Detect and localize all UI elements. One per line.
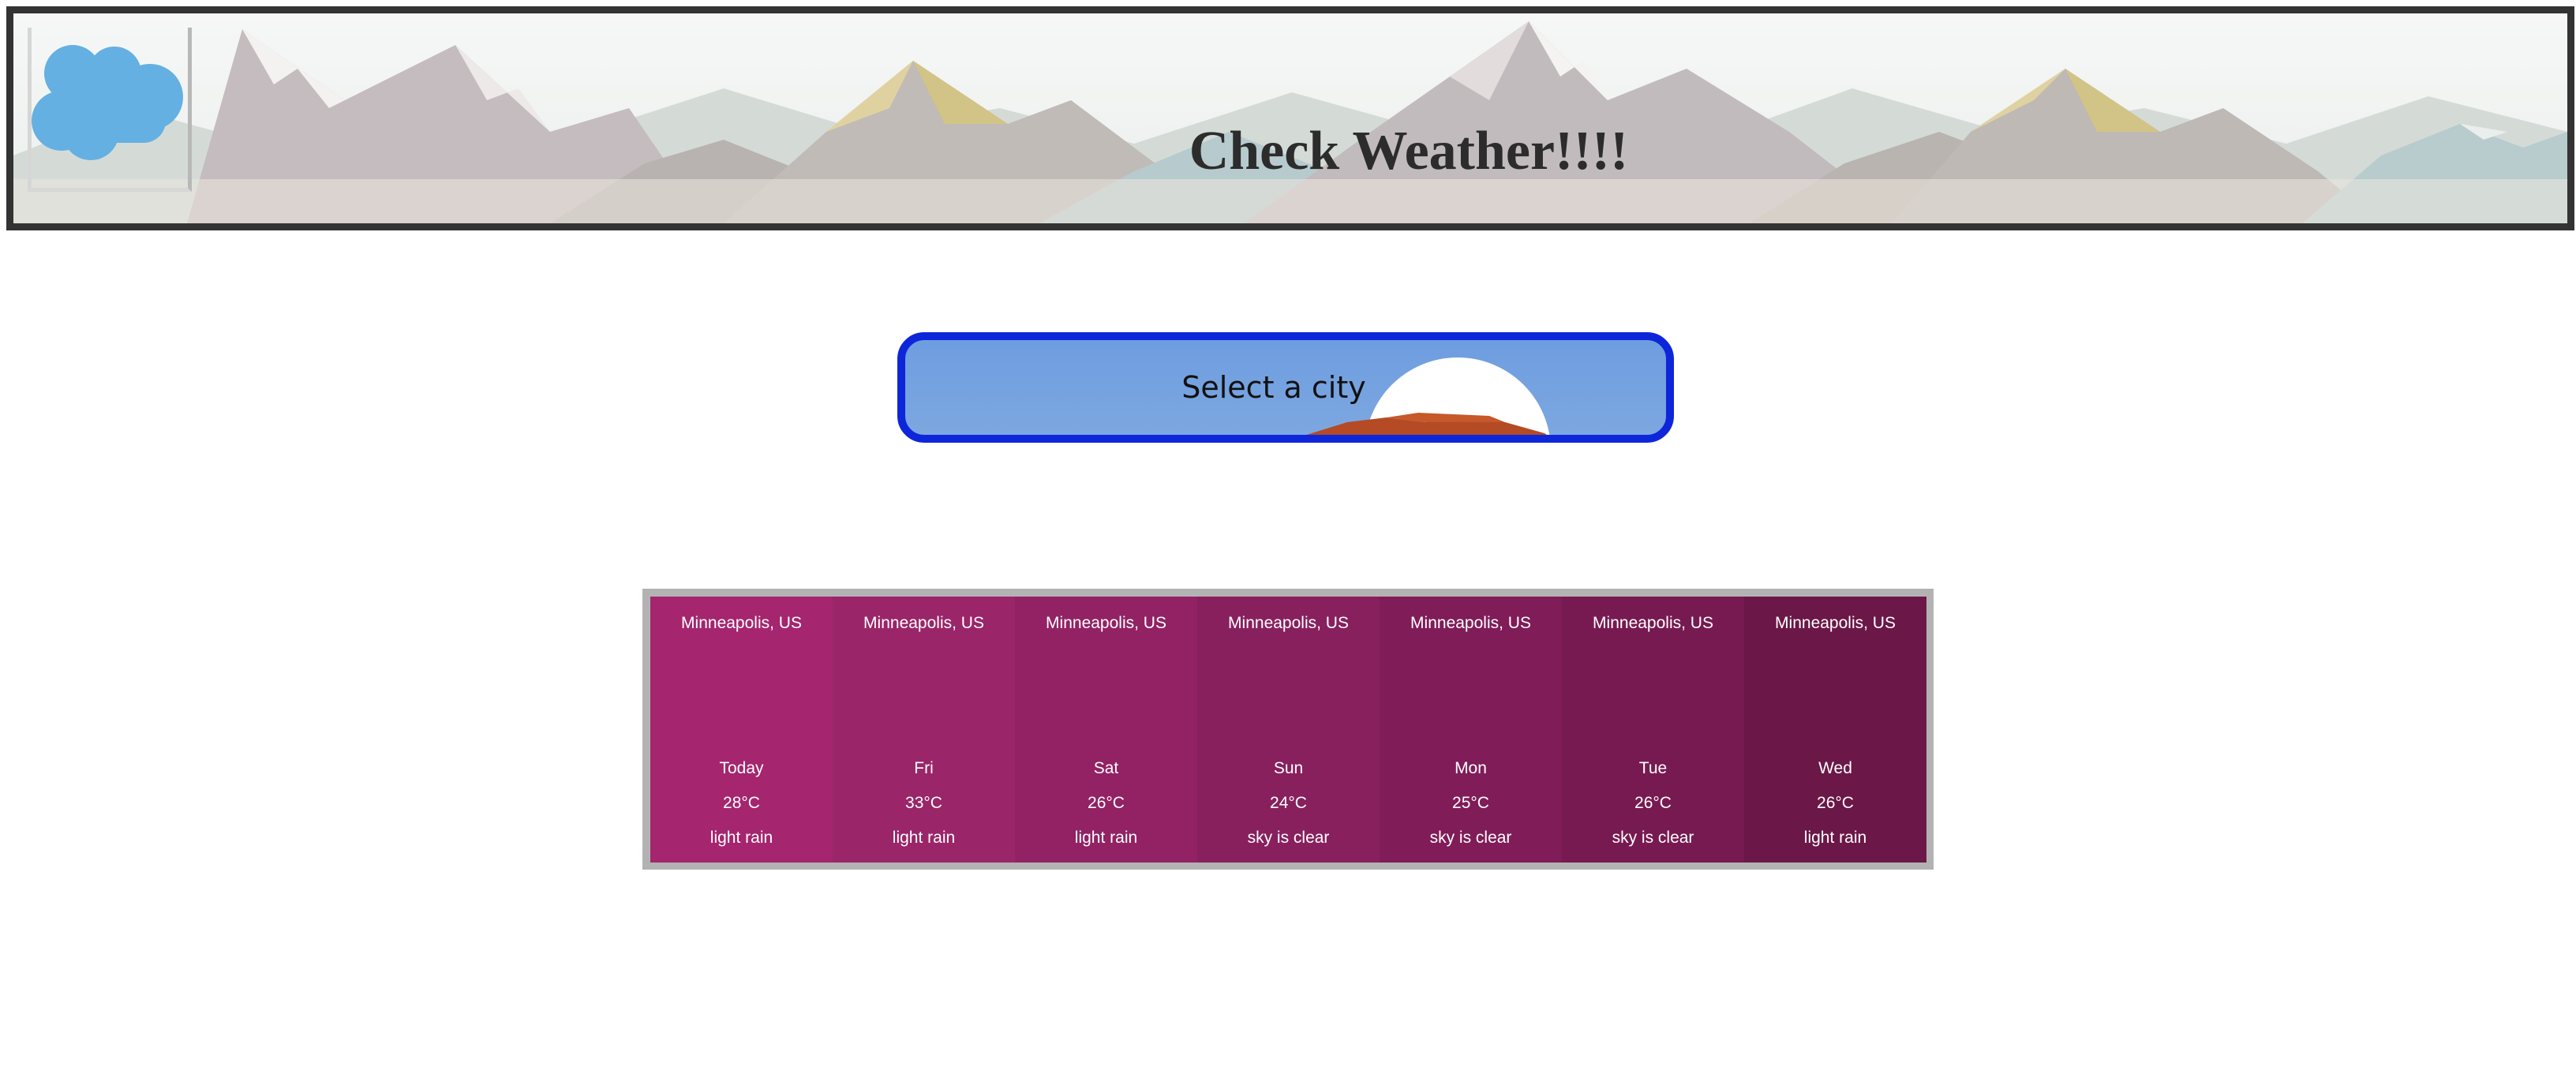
weather-icon xyxy=(884,652,963,731)
forecast-city: Minneapolis, US xyxy=(1775,614,1896,632)
forecast-temperature: 24°C xyxy=(1270,794,1307,812)
forecast-day-card: Minneapolis, US Today 28°C light rain xyxy=(650,597,833,863)
forecast-city: Minneapolis, US xyxy=(1228,614,1349,632)
forecast-day-name: Sun xyxy=(1273,759,1304,777)
forecast-temperature: 26°C xyxy=(1817,794,1854,812)
forecast-description: light rain xyxy=(1074,829,1138,847)
weather-icon xyxy=(1613,652,1692,731)
forecast-temperature: 28°C xyxy=(723,794,760,812)
weather-icon xyxy=(1066,652,1145,731)
forecast-city: Minneapolis, US xyxy=(1046,614,1166,632)
page-title: Check Weather!!!! xyxy=(1189,121,1629,182)
city-select-label: Select a city xyxy=(1181,370,1366,405)
forecast-day-card: Minneapolis, US Sat 26°C light rain xyxy=(1015,597,1197,863)
forecast-description: light rain xyxy=(710,829,773,847)
forecast-panel: Minneapolis, US Today 28°C light rain Minnea… xyxy=(642,589,1934,870)
forecast-description: sky is clear xyxy=(1247,829,1330,847)
forecast-day-name: Today xyxy=(719,759,764,777)
forecast-temperature: 25°C xyxy=(1452,794,1489,812)
forecast-day-name: Tue xyxy=(1638,759,1668,777)
forecast-day-card: Minneapolis, US Mon 25°C sky is clear xyxy=(1380,597,1562,863)
forecast-description: sky is clear xyxy=(1429,829,1512,847)
forecast-temperature: 26°C xyxy=(1634,794,1672,812)
weather-icon xyxy=(1431,652,1510,731)
forecast-days: Minneapolis, US Today 28°C light rain Minnea… xyxy=(650,597,1927,863)
weather-icon xyxy=(1795,652,1874,731)
forecast-city: Minneapolis, US xyxy=(681,614,802,632)
header-banner: Check Weather!!!! xyxy=(6,6,2574,230)
forecast-temperature: 26°C xyxy=(1088,794,1125,812)
forecast-day-name: Fri xyxy=(914,759,934,777)
forecast-day-card: Minneapolis, US Fri 33°C light rain xyxy=(833,597,1015,863)
forecast-temperature: 33°C xyxy=(905,794,942,812)
forecast-city: Minneapolis, US xyxy=(1410,614,1531,632)
mountain-scenery xyxy=(13,13,2567,223)
forecast-day-card: Minneapolis, US Wed 26°C light rain xyxy=(1744,597,1926,863)
forecast-description: light rain xyxy=(892,829,956,847)
forecast-city: Minneapolis, US xyxy=(1593,614,1713,632)
forecast-day-name: Sat xyxy=(1093,759,1119,777)
forecast-description: light rain xyxy=(1803,829,1867,847)
forecast-day-name: Wed xyxy=(1818,759,1852,777)
forecast-day-card: Minneapolis, US Sun 24°C sky is clear xyxy=(1197,597,1380,863)
forecast-day-name: Mon xyxy=(1455,759,1487,777)
forecast-description: sky is clear xyxy=(1612,829,1694,847)
forecast-city: Minneapolis, US xyxy=(863,614,984,632)
weather-icon xyxy=(702,652,781,731)
city-select-button[interactable]: Select a city xyxy=(897,332,1674,443)
forecast-day-card: Minneapolis, US Tue 26°C sky is clear xyxy=(1562,597,1744,863)
weather-icon xyxy=(1249,652,1327,731)
